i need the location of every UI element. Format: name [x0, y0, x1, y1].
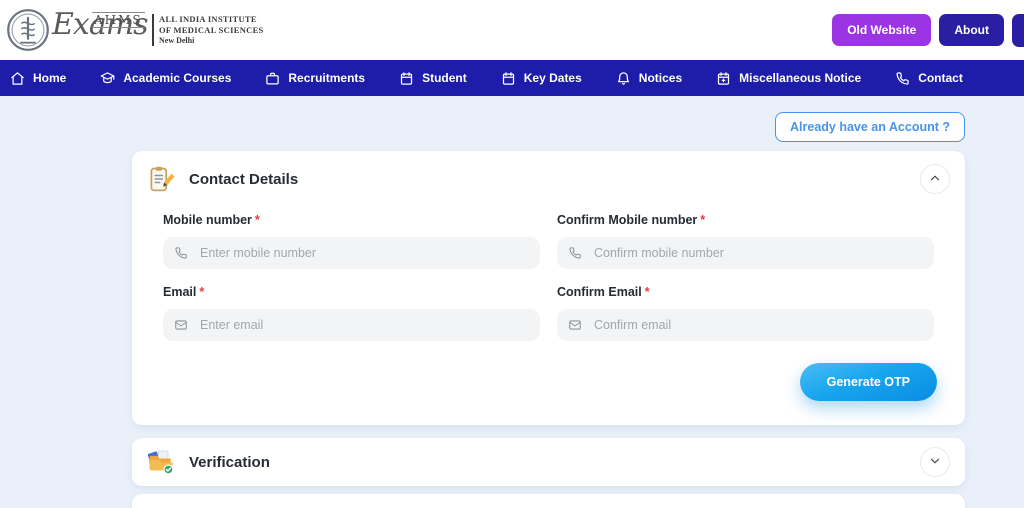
chevron-up-icon: [928, 171, 942, 188]
nav-item-student[interactable]: Student: [382, 60, 484, 96]
briefcase-icon: [265, 71, 280, 86]
field-label: Email*: [163, 285, 540, 299]
contact-details-title: Contact Details: [189, 171, 920, 188]
verification-header: Verification: [132, 438, 965, 486]
field-label: Confirm Email*: [557, 285, 934, 299]
confirm-mobile-number-input[interactable]: [592, 245, 923, 261]
required-asterisk: *: [255, 213, 260, 227]
verification-card: Verification: [132, 438, 965, 486]
nav-label: Notices: [639, 71, 682, 85]
email-field: Email*: [163, 285, 540, 341]
nav-label: Recruitments: [288, 71, 365, 85]
otp-button-row: Generate OTP: [132, 357, 965, 425]
required-asterisk: *: [645, 285, 650, 299]
already-have-account-button[interactable]: Already have an Account ?: [775, 112, 965, 142]
bell-icon: [616, 71, 631, 86]
field-label: Mobile number*: [163, 213, 540, 227]
phone-icon: [568, 246, 582, 260]
generate-otp-button[interactable]: Generate OTP: [800, 363, 937, 401]
partial-header-button[interactable]: [1012, 14, 1024, 47]
email-input[interactable]: [198, 317, 529, 333]
nav-item-miscellaneous-notice[interactable]: Miscellaneous Notice: [699, 60, 878, 96]
institute-line-3: New Delhi: [159, 36, 264, 46]
mobile-number-input[interactable]: [198, 245, 529, 261]
page-content: Already have an Account ? Contact Detail…: [0, 96, 1024, 508]
nav-label: Contact: [918, 71, 963, 85]
top-header: Exams AIIMS ALL INDIA INSTITUTE OF MEDIC…: [0, 0, 1024, 60]
contact-details-header: Contact Details: [132, 151, 965, 207]
memo-pencil-icon: [147, 165, 175, 193]
confirm-mobile-number-input-wrap: [557, 237, 934, 269]
nav-label: Miscellaneous Notice: [739, 71, 861, 85]
aiims-exams-logo: Exams AIIMS ALL INDIA INSTITUTE OF MEDIC…: [6, 7, 264, 53]
confirm-email-input[interactable]: [592, 317, 923, 333]
institute-name-block: ALL INDIA INSTITUTE OF MEDICAL SCIENCES …: [152, 14, 264, 46]
email-input-wrap: [163, 309, 540, 341]
aiims-wordmark-text: AIIMS: [92, 12, 145, 28]
about-button[interactable]: About: [939, 14, 1004, 46]
chevron-down-icon: [928, 454, 942, 471]
confirm-email-label: Confirm Email: [557, 285, 642, 299]
phone-icon: [895, 71, 910, 86]
mail-icon: [174, 318, 188, 332]
nav-item-home[interactable]: Home: [10, 60, 83, 96]
confirm-mobile-number-label: Confirm Mobile number: [557, 213, 697, 227]
graduation-cap-icon: [100, 71, 115, 86]
contact-form: Mobile number* Confirm Mobile number*: [132, 207, 965, 357]
required-asterisk: *: [199, 285, 204, 299]
institute-line-2: OF MEDICAL SCIENCES: [159, 25, 264, 36]
field-label: Confirm Mobile number*: [557, 213, 934, 227]
nav-label: Home: [33, 71, 66, 85]
confirm-mobile-number-field: Confirm Mobile number*: [557, 213, 934, 269]
home-icon: [10, 71, 25, 86]
account-row: Already have an Account ?: [132, 112, 965, 142]
confirm-email-field: Confirm Email*: [557, 285, 934, 341]
contact-details-collapse-button[interactable]: [920, 164, 950, 194]
nav-item-academic-courses[interactable]: Academic Courses: [83, 60, 248, 96]
mobile-number-input-wrap: [163, 237, 540, 269]
aiims-emblem-icon: [6, 8, 50, 52]
calendar-icon: [501, 71, 516, 86]
main-navigation: Home Academic Courses Recruitments Stude…: [0, 60, 1024, 96]
nav-label: Student: [422, 71, 467, 85]
folder-check-icon: [147, 448, 175, 476]
next-section-card-sliver: [132, 494, 965, 508]
calendar-icon: [399, 71, 414, 86]
required-asterisk: *: [700, 213, 705, 227]
nav-item-contact[interactable]: Contact: [878, 60, 980, 96]
header-buttons: Old Website About: [832, 14, 1024, 47]
mobile-number-label: Mobile number: [163, 213, 252, 227]
phone-icon: [174, 246, 188, 260]
nav-item-notices[interactable]: Notices: [599, 60, 699, 96]
contact-details-card: Contact Details Mobile number* Confir: [132, 151, 965, 425]
nav-item-key-dates[interactable]: Key Dates: [484, 60, 599, 96]
nav-label: Key Dates: [524, 71, 582, 85]
old-website-button[interactable]: Old Website: [832, 14, 931, 46]
confirm-email-input-wrap: [557, 309, 934, 341]
nav-label: Academic Courses: [123, 71, 231, 85]
mail-icon: [568, 318, 582, 332]
verification-title: Verification: [189, 454, 920, 471]
nav-item-recruitments[interactable]: Recruitments: [248, 60, 382, 96]
exams-wordmark: Exams AIIMS: [52, 7, 150, 53]
calendar-plus-icon: [716, 71, 731, 86]
institute-line-1: ALL INDIA INSTITUTE: [159, 14, 264, 25]
mobile-number-field: Mobile number*: [163, 213, 540, 269]
email-label: Email: [163, 285, 196, 299]
